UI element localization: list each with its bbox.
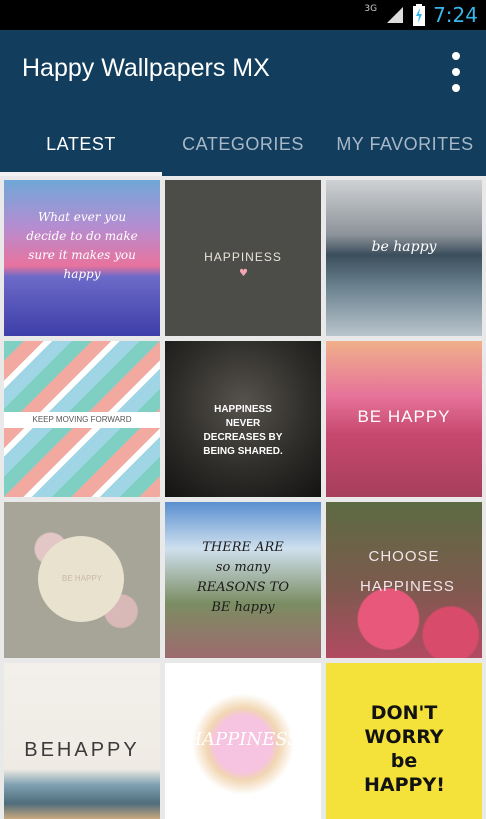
- wallpaper-caption: HAPPINESS NEVER DECREASES BY BEING SHARE…: [203, 404, 283, 457]
- overflow-menu-icon[interactable]: [446, 52, 466, 92]
- wallpaper-caption: CHOOSE HAPPINESS: [360, 548, 455, 595]
- wallpaper-caption: be happy: [371, 239, 437, 255]
- network-type: 3G: [364, 4, 378, 14]
- wallpaper-tile[interactable]: HAPPINESS NEVER DECREASES BY BEING SHARE…: [165, 341, 321, 497]
- status-bar: 3G 7:24: [0, 0, 486, 30]
- battery-icon: [413, 4, 426, 26]
- wallpaper-caption: HAPPINESS: [186, 729, 300, 750]
- wallpaper-tile[interactable]: THERE ARE so many REASONS TO BE happy: [165, 502, 321, 658]
- wallpaper-caption: THERE ARE so many REASONS TO BE happy: [197, 540, 289, 615]
- app-title: Happy Wallpapers MX: [22, 54, 270, 82]
- wallpaper-caption: What ever you decide to do make sure it …: [26, 210, 138, 281]
- wallpaper-tile[interactable]: KEEP MOVING FORWARD: [4, 341, 160, 497]
- wallpaper-caption: KEEP MOVING FORWARD: [4, 412, 160, 428]
- clock: 7:24: [433, 3, 478, 27]
- wallpaper-caption: BEHAPPY: [24, 739, 140, 761]
- wallpaper-caption: BE HAPPY: [61, 574, 102, 583]
- tab-categories[interactable]: CATEGORIES: [162, 112, 324, 176]
- wallpaper-tile[interactable]: BEHAPPY: [4, 663, 160, 819]
- wallpaper-caption: BE HAPPY: [357, 407, 451, 426]
- signal-icon: [387, 7, 404, 23]
- wallpaper-tile[interactable]: CHOOSE HAPPINESS: [326, 502, 482, 658]
- active-tab-indicator: [0, 172, 162, 176]
- wallpaper-caption: DON'T WORRY be HAPPY!: [364, 702, 445, 796]
- wallpaper-tile[interactable]: BE HAPPY: [326, 341, 482, 497]
- wallpaper-tile[interactable]: BE HAPPY: [4, 502, 160, 658]
- tab-latest[interactable]: LATEST: [0, 112, 162, 176]
- tab-my-favorites[interactable]: MY FAVORITES: [324, 112, 486, 176]
- wallpaper-tile[interactable]: What ever you decide to do make sure it …: [4, 180, 160, 336]
- wallpaper-tile[interactable]: be happy: [326, 180, 482, 336]
- tab-bar: LATEST CATEGORIES MY FAVORITES: [0, 112, 486, 176]
- wallpaper-caption: HAPPINESS: [204, 250, 282, 264]
- app-bar: Happy Wallpapers MX: [0, 30, 486, 112]
- wallpaper-grid: What ever you decide to do make sure it …: [0, 176, 486, 819]
- wallpaper-tile[interactable]: DON'T WORRY be HAPPY!: [326, 663, 482, 819]
- wallpaper-tile[interactable]: HAPPINESS ♥: [165, 180, 321, 336]
- heart-icon: ♥: [239, 268, 248, 279]
- wallpaper-tile[interactable]: HAPPINESS: [165, 663, 321, 819]
